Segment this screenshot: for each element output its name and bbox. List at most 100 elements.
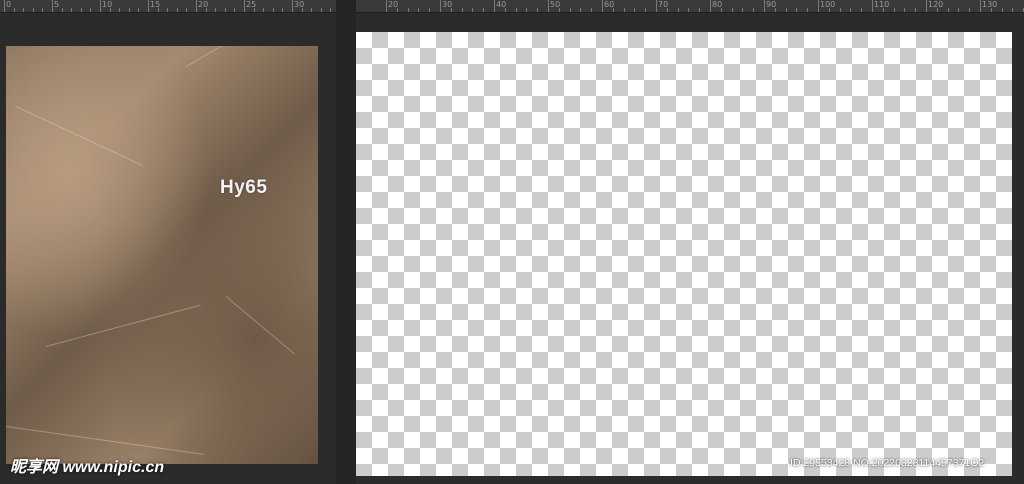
ruler-tick <box>234 8 236 12</box>
ruler-tick <box>807 8 809 12</box>
panel-divider <box>336 0 356 484</box>
ruler-tick <box>450 8 452 12</box>
product-tag-label: Hy65 <box>220 177 268 198</box>
horizontal-ruler-right: 20 30 40 50 60 70 80 90 100 110 120 130 <box>356 0 1024 13</box>
ruler-tick <box>386 0 387 12</box>
ruler-tick <box>515 8 517 12</box>
ruler-tick <box>699 8 701 12</box>
ruler-tick <box>796 8 798 12</box>
ruler-tick <box>569 8 571 12</box>
ruler-tick <box>461 8 463 12</box>
ruler-tick <box>205 8 207 12</box>
ruler-tick <box>224 8 226 12</box>
ruler-tick <box>23 8 25 12</box>
ruler-tick <box>176 8 178 12</box>
ruler-tick <box>731 8 733 12</box>
pattern-document-canvas[interactable] <box>356 32 1012 476</box>
ruler-tick <box>904 8 906 12</box>
ruler-tick <box>52 0 53 12</box>
ruler-tick <box>440 0 441 12</box>
ruler-number: 110 <box>874 0 890 9</box>
ruler-tick <box>882 8 884 12</box>
ruler-tick <box>936 8 938 12</box>
ruler-tick <box>138 8 140 12</box>
ruler-tick <box>128 8 130 12</box>
ruler-tick <box>71 8 73 12</box>
ruler-tick <box>677 8 679 12</box>
ruler-tick <box>537 8 539 12</box>
ruler-tick <box>4 0 5 12</box>
ruler-tick <box>330 8 332 12</box>
ruler-tick <box>311 8 313 12</box>
ruler-tick <box>720 8 722 12</box>
ruler-tick <box>612 8 614 12</box>
image-id-stamp: ID:29553428 NO:20220328114457371O2 <box>790 457 985 469</box>
ruler-tick <box>526 8 528 12</box>
ruler-tick <box>157 8 159 12</box>
ruler-tick <box>785 8 787 12</box>
ruler-tick <box>774 8 776 12</box>
ruler-tick <box>958 8 960 12</box>
ruler-tick <box>418 8 420 12</box>
ruler-number: 100 <box>820 0 836 9</box>
ruler-tick <box>893 8 895 12</box>
ruler-number: 5 <box>54 0 60 9</box>
ruler-tick <box>407 8 409 12</box>
ruler-tick <box>548 0 549 12</box>
ruler-tick <box>119 8 121 12</box>
ruler-tick <box>710 0 711 12</box>
ruler-tick <box>602 0 603 12</box>
ruler-tick <box>688 8 690 12</box>
ruler-number: 120 <box>928 0 944 9</box>
ruler-tick <box>292 0 293 12</box>
ruler-tick <box>591 8 593 12</box>
ruler-number: 130 <box>982 0 998 9</box>
ruler-tick <box>1001 8 1003 12</box>
ruler-tick <box>90 8 92 12</box>
ruler-tick <box>186 8 188 12</box>
ruler-tick <box>272 8 274 12</box>
horizontal-ruler-left: 0 5 10 15 20 25 30 <box>0 0 336 13</box>
ruler-tick <box>623 8 625 12</box>
ruler-tick <box>301 8 303 12</box>
ruler-number: 25 <box>246 0 257 9</box>
ruler-tick <box>969 8 971 12</box>
ruler-tick <box>839 8 841 12</box>
ruler-tick <box>148 0 149 12</box>
ruler-tick <box>764 0 765 12</box>
ruler-tick <box>753 8 755 12</box>
transparency-checkerboard <box>356 32 1012 476</box>
ruler-tick <box>558 8 560 12</box>
ruler-number: 30 <box>294 0 305 9</box>
ruler-tick <box>282 8 284 12</box>
ruler-tick <box>429 8 431 12</box>
ruler-tick <box>167 8 169 12</box>
ruler-tick <box>872 0 873 12</box>
ruler-tick <box>494 0 495 12</box>
ruler-tick <box>915 8 917 12</box>
ruler-tick <box>32 8 34 12</box>
ruler-number: 15 <box>150 0 161 9</box>
ruler-tick <box>645 8 647 12</box>
ruler-tick <box>666 8 668 12</box>
ruler-tick <box>42 8 44 12</box>
nipic-watermark: 昵享网 www.nipic.cn <box>10 459 165 476</box>
ruler-tick <box>253 8 255 12</box>
ruler-number: 0 <box>6 0 12 9</box>
ruler-tick <box>61 8 63 12</box>
photo-document-canvas[interactable]: Hy65 <box>6 46 318 464</box>
ruler-tick <box>13 8 15 12</box>
ruler-tick <box>320 8 322 12</box>
ruler-tick <box>818 0 819 12</box>
ruler-tick <box>980 0 981 12</box>
ruler-tick <box>656 0 657 12</box>
ruler-tick <box>504 8 506 12</box>
ruler-tick <box>215 8 217 12</box>
ruler-tick <box>634 8 636 12</box>
ruler-tick <box>580 8 582 12</box>
ruler-tick <box>109 8 111 12</box>
ruler-tick <box>828 8 830 12</box>
ruler-tick <box>263 8 265 12</box>
ruler-number: 20 <box>198 0 209 9</box>
ruler-tick <box>947 8 949 12</box>
